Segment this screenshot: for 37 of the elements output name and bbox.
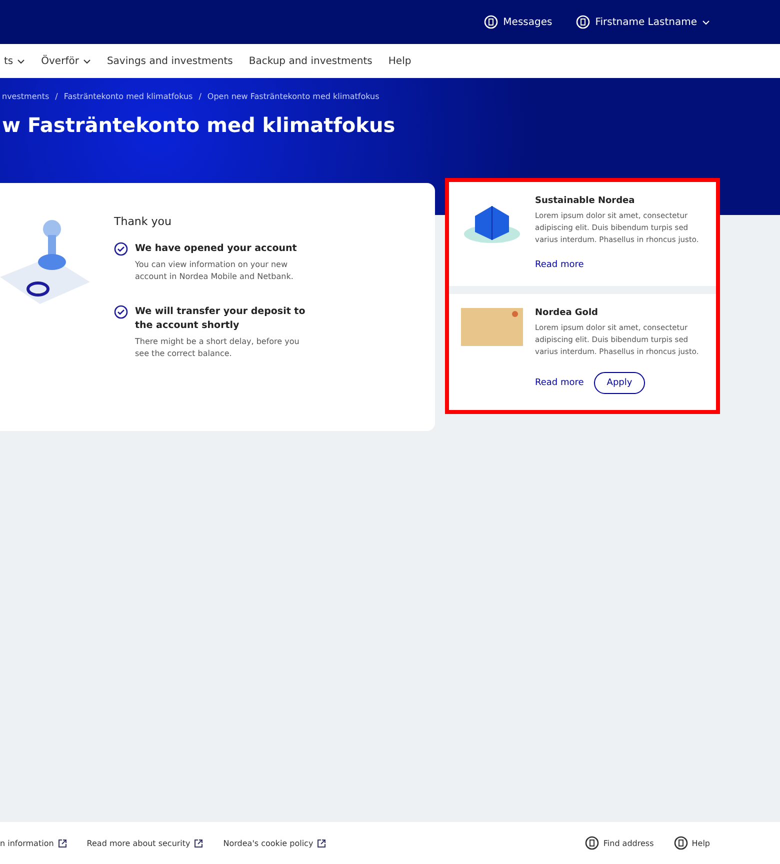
external-link-icon bbox=[58, 838, 67, 848]
step-description: You can view information on your new account in Nordea Mobile and Netbank. bbox=[135, 259, 294, 283]
promo-title: Sustainable Nordea bbox=[535, 196, 636, 206]
footer-action[interactable]: Help bbox=[674, 836, 710, 850]
nav-item[interactable]: Överför bbox=[41, 56, 91, 66]
footer-link[interactable]: n information bbox=[0, 838, 67, 848]
page-title: w Fasträntekonto med klimatfokus bbox=[2, 113, 396, 137]
read-more-link[interactable]: Read more bbox=[535, 378, 584, 388]
external-link-icon bbox=[194, 838, 204, 848]
footer-link[interactable]: Read more about security bbox=[86, 838, 204, 848]
breadcrumb-link[interactable]: Fasträntekonto med klimatfokus bbox=[64, 92, 193, 101]
card-illustration bbox=[461, 308, 523, 346]
nav-item[interactable]: Help bbox=[388, 56, 412, 66]
messages-link[interactable]: Messages bbox=[484, 15, 552, 29]
chevron-down-icon bbox=[82, 58, 91, 64]
chevron-down-icon bbox=[702, 20, 710, 24]
step-title: We have opened your account bbox=[135, 242, 298, 256]
read-more-link[interactable]: Read more bbox=[535, 260, 584, 270]
step-description: There might be a short delay, before you see the correct balance. bbox=[135, 336, 300, 360]
breadcrumb-separator: / bbox=[55, 92, 58, 101]
chevron-down-icon bbox=[17, 58, 26, 64]
check-circle-icon bbox=[114, 305, 128, 319]
breadcrumb-link[interactable]: nvestments bbox=[2, 92, 50, 101]
user-menu[interactable]: Firstname Lastname bbox=[576, 15, 710, 29]
thank-you-heading: Thank you bbox=[114, 215, 172, 228]
nav-item[interactable]: Backup and investments bbox=[248, 56, 372, 66]
check-circle-icon bbox=[114, 242, 128, 256]
step-title: We will transfer your deposit to the account shortly bbox=[135, 305, 306, 333]
nav-item[interactable]: Savings and investments bbox=[106, 56, 233, 66]
footer-link[interactable]: Nordea's cookie policy bbox=[223, 838, 326, 848]
breadcrumb-separator: / bbox=[198, 92, 202, 101]
promo-title: Nordea Gold bbox=[535, 308, 600, 318]
breadcrumb-link[interactable]: Open new Fasträntekonto med klimatfokus bbox=[207, 92, 380, 101]
external-link-icon bbox=[317, 838, 326, 848]
nav-item[interactable]: ts bbox=[4, 56, 26, 66]
footer-action[interactable]: Find address bbox=[585, 836, 654, 850]
apply-button[interactable]: Apply bbox=[594, 372, 646, 394]
